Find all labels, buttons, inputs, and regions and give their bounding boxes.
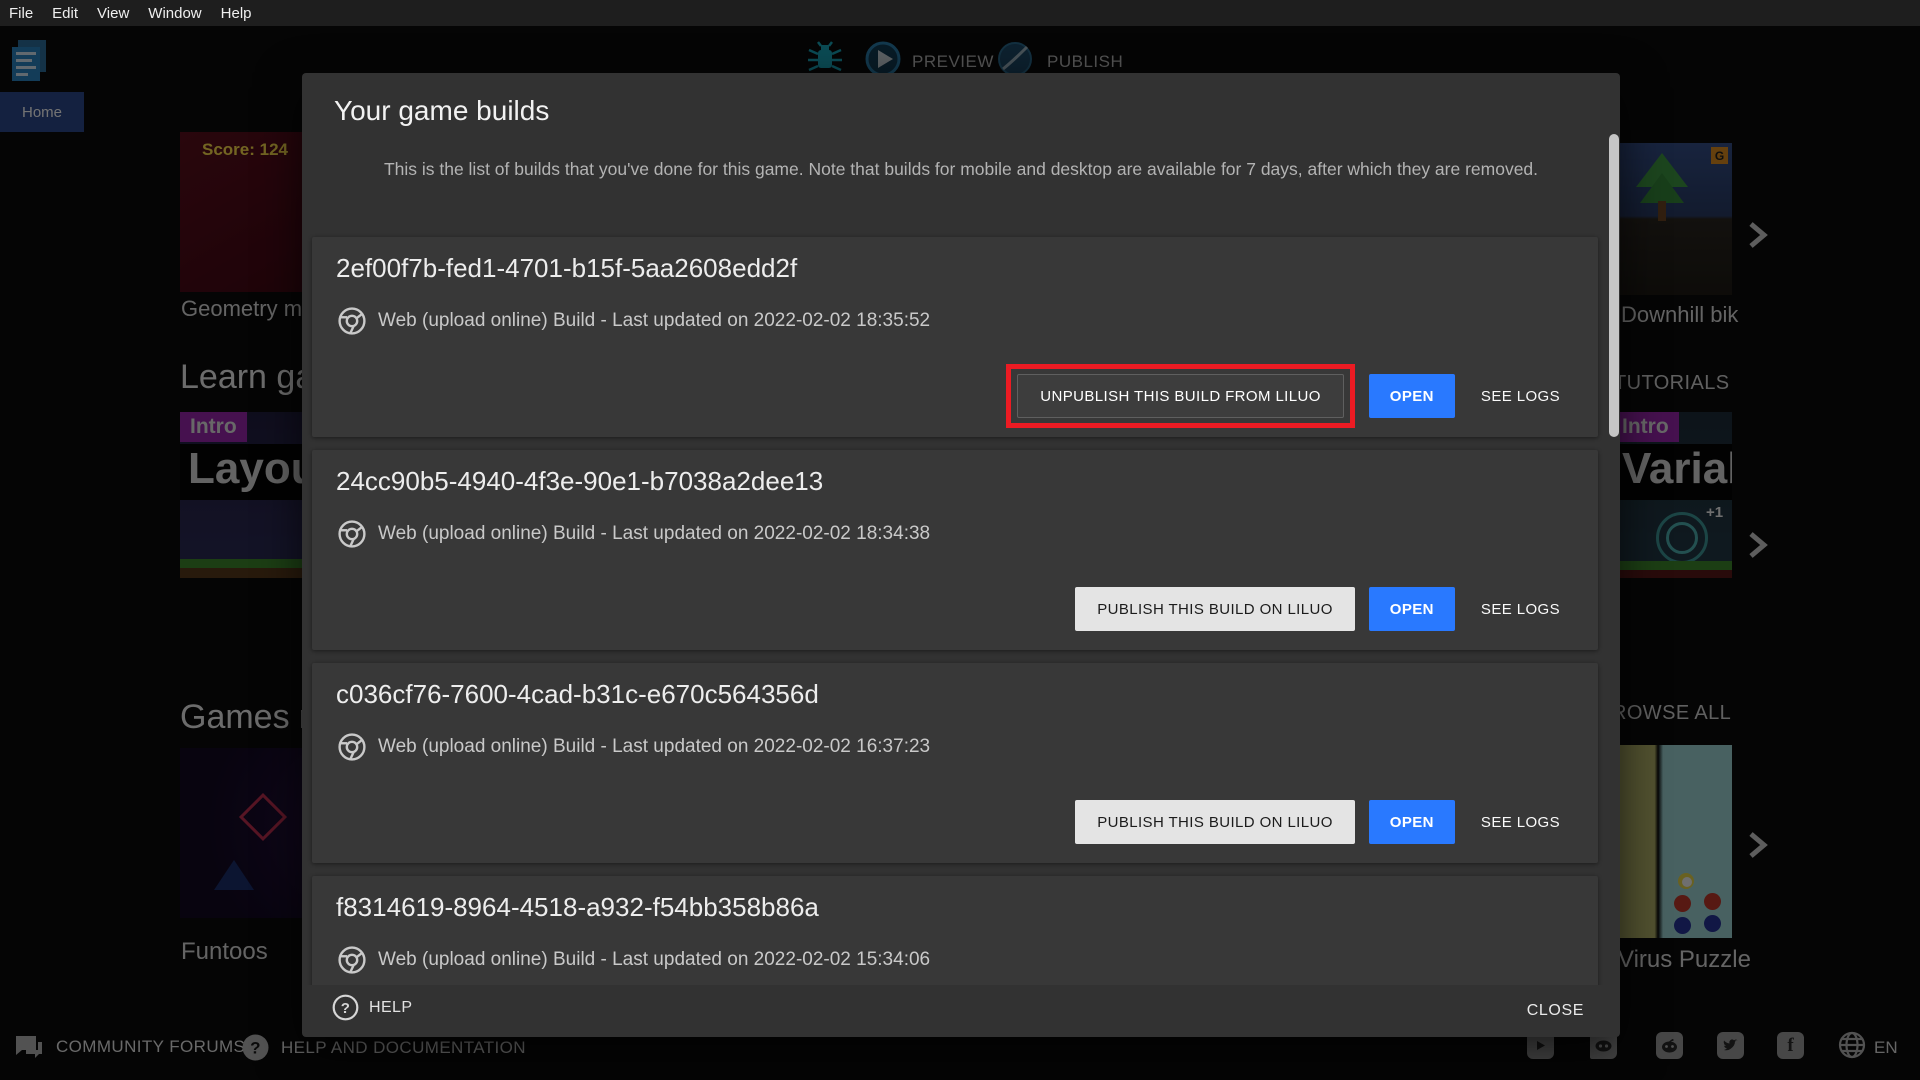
menu-file[interactable]: File — [9, 5, 33, 22]
chrome-icon — [336, 518, 368, 550]
build-id: 24cc90b5-4940-4f3e-90e1-b7038a2dee13 — [336, 466, 823, 497]
dialog-description: This is the list of builds that you've d… — [381, 155, 1541, 183]
dialog-content: Your game builds This is the list of bui… — [302, 73, 1620, 985]
chrome-icon — [336, 731, 368, 763]
build-card: c036cf76-7600-4cad-b31c-e670c564356d Web… — [312, 663, 1598, 863]
build-subtitle: Web (upload online) Build - Last updated… — [378, 523, 930, 545]
build-subtitle: Web (upload online) Build - Last updated… — [378, 949, 930, 971]
build-id: c036cf76-7600-4cad-b31c-e670c564356d — [336, 679, 819, 710]
publish-build-button[interactable]: PUBLISH THIS BUILD ON LILUO — [1075, 800, 1355, 844]
dialog-title: Your game builds — [334, 95, 549, 127]
help-button[interactable]: ? HELP — [332, 994, 412, 1021]
build-card: 24cc90b5-4940-4f3e-90e1-b7038a2dee13 Web… — [312, 450, 1598, 650]
chrome-icon — [336, 944, 368, 976]
open-build-button[interactable]: OPEN — [1369, 587, 1455, 631]
publish-build-button[interactable]: PUBLISH THIS BUILD ON LILUO — [1075, 587, 1355, 631]
menu-view[interactable]: View — [97, 5, 129, 22]
dialog-footer: ? HELP CLOSE — [302, 985, 1620, 1037]
see-logs-button[interactable]: SEE LOGS — [1469, 587, 1572, 631]
menu-window[interactable]: Window — [148, 5, 201, 22]
build-id: f8314619-8964-4518-a932-f54bb358b86a — [336, 892, 819, 923]
close-button[interactable]: CLOSE — [1517, 994, 1594, 1028]
see-logs-button[interactable]: SEE LOGS — [1469, 374, 1572, 418]
svg-text:?: ? — [341, 1000, 351, 1017]
annotation-highlight: UNPUBLISH THIS BUILD FROM LILUO — [1006, 364, 1355, 428]
chrome-icon — [336, 305, 368, 337]
build-card: f8314619-8964-4518-a932-f54bb358b86a Web… — [312, 876, 1598, 985]
build-subtitle: Web (upload online) Build - Last updated… — [378, 310, 930, 332]
game-builds-dialog: Your game builds This is the list of bui… — [302, 73, 1620, 1037]
menu-bar: File Edit View Window Help — [0, 0, 1920, 26]
unpublish-build-button[interactable]: UNPUBLISH THIS BUILD FROM LILUO — [1017, 374, 1344, 418]
help-circle-icon: ? — [332, 994, 359, 1021]
dialog-scrollbar[interactable] — [1609, 134, 1619, 437]
build-subtitle: Web (upload online) Build - Last updated… — [378, 736, 930, 758]
app-window: File Edit View Window Help Home — [0, 0, 1920, 1080]
build-id: 2ef00f7b-fed1-4701-b15f-5aa2608edd2f — [336, 253, 797, 284]
open-build-button[interactable]: OPEN — [1369, 374, 1455, 418]
see-logs-button[interactable]: SEE LOGS — [1469, 800, 1572, 844]
menu-help[interactable]: Help — [221, 5, 252, 22]
open-build-button[interactable]: OPEN — [1369, 800, 1455, 844]
build-card: 2ef00f7b-fed1-4701-b15f-5aa2608edd2f Web… — [312, 237, 1598, 437]
menu-edit[interactable]: Edit — [52, 5, 78, 22]
